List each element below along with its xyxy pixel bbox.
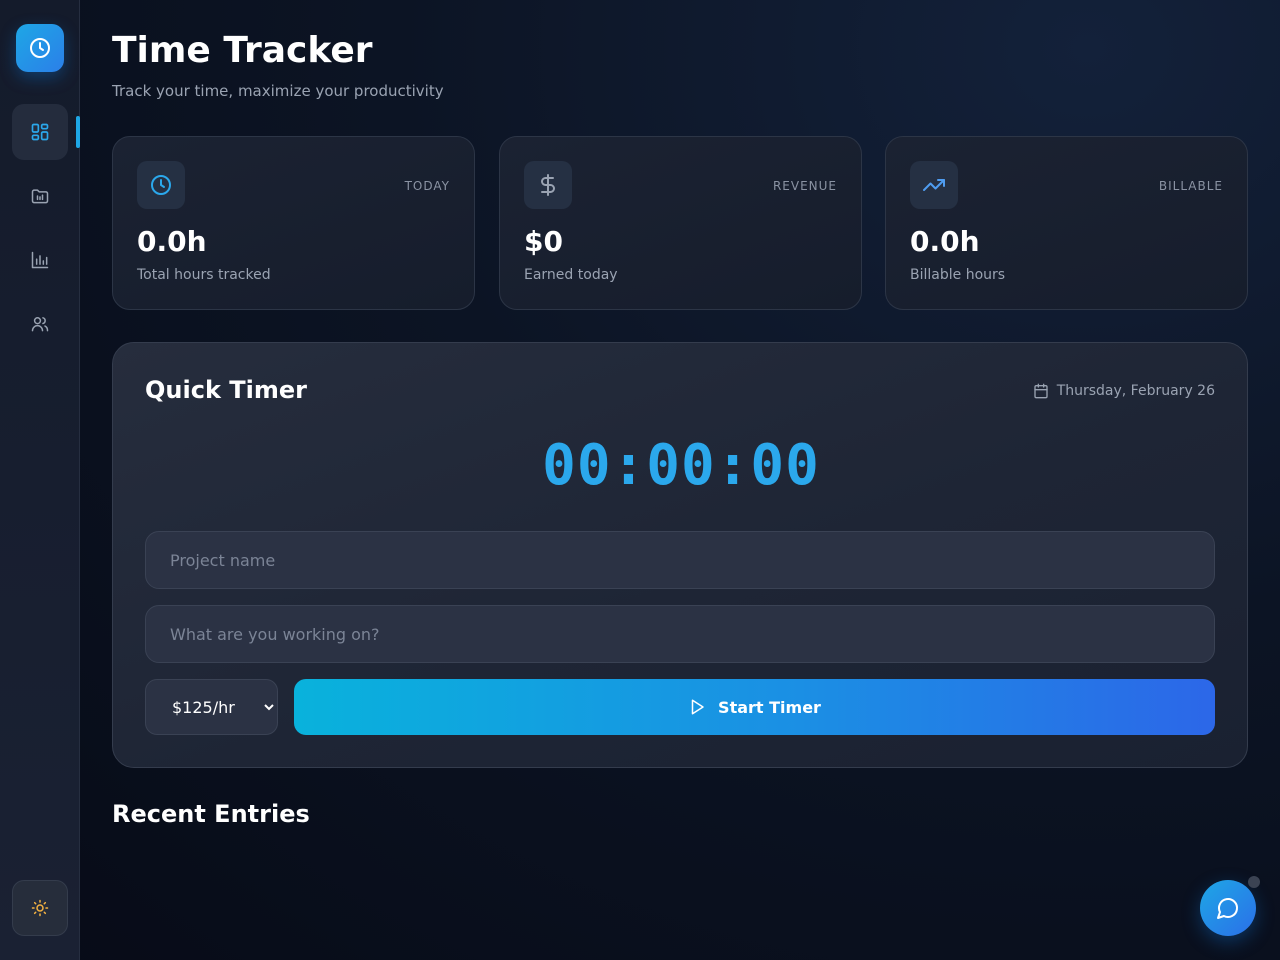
start-timer-button[interactable]: Start Timer	[294, 679, 1215, 735]
clock-icon	[30, 38, 50, 58]
sidebar	[0, 0, 80, 960]
timer-date-text: Thursday, February 26	[1056, 383, 1215, 399]
calendar-icon	[1034, 383, 1048, 399]
stat-label: Billable hours	[910, 267, 1006, 283]
start-timer-label: Start Timer	[718, 697, 821, 717]
theme-toggle-button[interactable]	[12, 880, 68, 936]
stat-value: 0.0h	[910, 225, 980, 258]
users-icon	[31, 317, 49, 332]
stat-card-revenue: REVENUE $0 Earned today	[499, 136, 862, 310]
sun-icon	[31, 899, 49, 917]
quick-timer-title: Quick Timer	[145, 376, 307, 404]
dashboard-grid-icon	[31, 123, 49, 141]
sidebar-item-dashboard[interactable]	[12, 104, 68, 160]
trending-up-icon	[923, 179, 945, 191]
notification-dot	[1248, 876, 1260, 888]
active-nav-indicator	[76, 116, 80, 148]
bar-chart-icon	[31, 251, 49, 269]
stat-tag: TODAY	[404, 179, 450, 193]
stat-value: $0	[524, 225, 563, 258]
recent-entries-title: Recent Entries	[112, 800, 310, 828]
stat-icon-badge	[524, 161, 572, 209]
task-description-input[interactable]	[145, 605, 1215, 663]
chat-button[interactable]	[1200, 880, 1256, 936]
stat-tag: REVENUE	[772, 179, 837, 193]
app-logo[interactable]	[16, 24, 64, 72]
timer-display: 00:00:00	[542, 433, 820, 498]
page-subtitle: Track your time, maximize your productiv…	[112, 82, 444, 100]
timer-date: Thursday, February 26	[1033, 383, 1215, 399]
chat-bubble-icon	[1217, 898, 1238, 919]
sidebar-item-reports[interactable]	[12, 232, 68, 288]
dollar-icon	[541, 174, 555, 196]
quick-timer-card: Quick Timer Thursday, February 26 00:00:…	[112, 342, 1248, 768]
sidebar-item-projects[interactable]	[12, 168, 68, 224]
stat-card-billable: BILLABLE 0.0h Billable hours	[885, 136, 1248, 310]
project-name-input[interactable]	[145, 531, 1215, 589]
page-title: Time Tracker	[112, 30, 373, 71]
play-icon	[691, 699, 704, 715]
hourly-rate-select[interactable]: $125/hr	[145, 679, 278, 735]
stat-icon-badge	[137, 161, 185, 209]
stat-value: 0.0h	[137, 225, 207, 258]
clock-icon	[151, 175, 171, 195]
stat-card-today: TODAY 0.0h Total hours tracked	[112, 136, 475, 310]
stat-tag: BILLABLE	[1158, 179, 1223, 193]
sidebar-item-team[interactable]	[12, 296, 68, 352]
stat-label: Total hours tracked	[137, 267, 271, 283]
folder-icon	[31, 189, 49, 204]
stat-icon-badge	[910, 161, 958, 209]
stat-label: Earned today	[524, 267, 618, 283]
